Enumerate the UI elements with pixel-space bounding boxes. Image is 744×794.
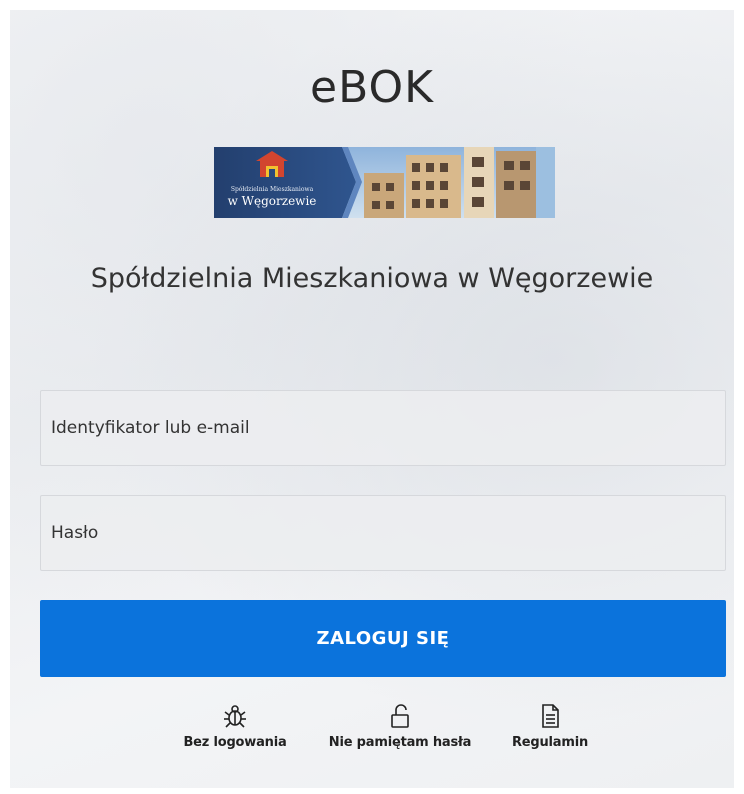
app-title: eBOK [310, 62, 434, 113]
logo-text-line1: Spółdzielnia Mieszkaniowa [231, 186, 314, 193]
organization-name: Spółdzielnia Mieszkaniowa w Węgorzewie [90, 263, 654, 294]
logo-text-line2: w Węgorzewie [228, 194, 317, 208]
password-input[interactable] [41, 496, 725, 570]
bug-icon [170, 703, 300, 729]
document-icon [500, 703, 600, 729]
password-field[interactable] [40, 495, 726, 571]
link-no-login[interactable]: Bez logowania [170, 703, 300, 750]
footer-links: Bez logowania Nie pamiętam hasła Regulam… [10, 703, 734, 763]
link-forgot-password-label: Nie pamiętam hasła [328, 735, 472, 750]
identifier-field[interactable] [40, 390, 726, 466]
unlock-icon [315, 703, 485, 729]
identifier-input[interactable] [41, 391, 725, 465]
cooperative-logo: Spółdzielnia Mieszkaniowa w Węgorzewie [214, 147, 555, 218]
link-terms-label: Regulamin [511, 735, 589, 750]
login-panel: eBOK Spółdzielnia Mieszkaniowa w Węgorze… [10, 10, 734, 788]
link-forgot-password[interactable]: Nie pamiętam hasła [315, 703, 485, 750]
link-terms[interactable]: Regulamin [500, 703, 600, 750]
login-button[interactable]: ZALOGUJ SIĘ [40, 600, 726, 677]
link-no-login-label: Bez logowania [183, 735, 287, 750]
